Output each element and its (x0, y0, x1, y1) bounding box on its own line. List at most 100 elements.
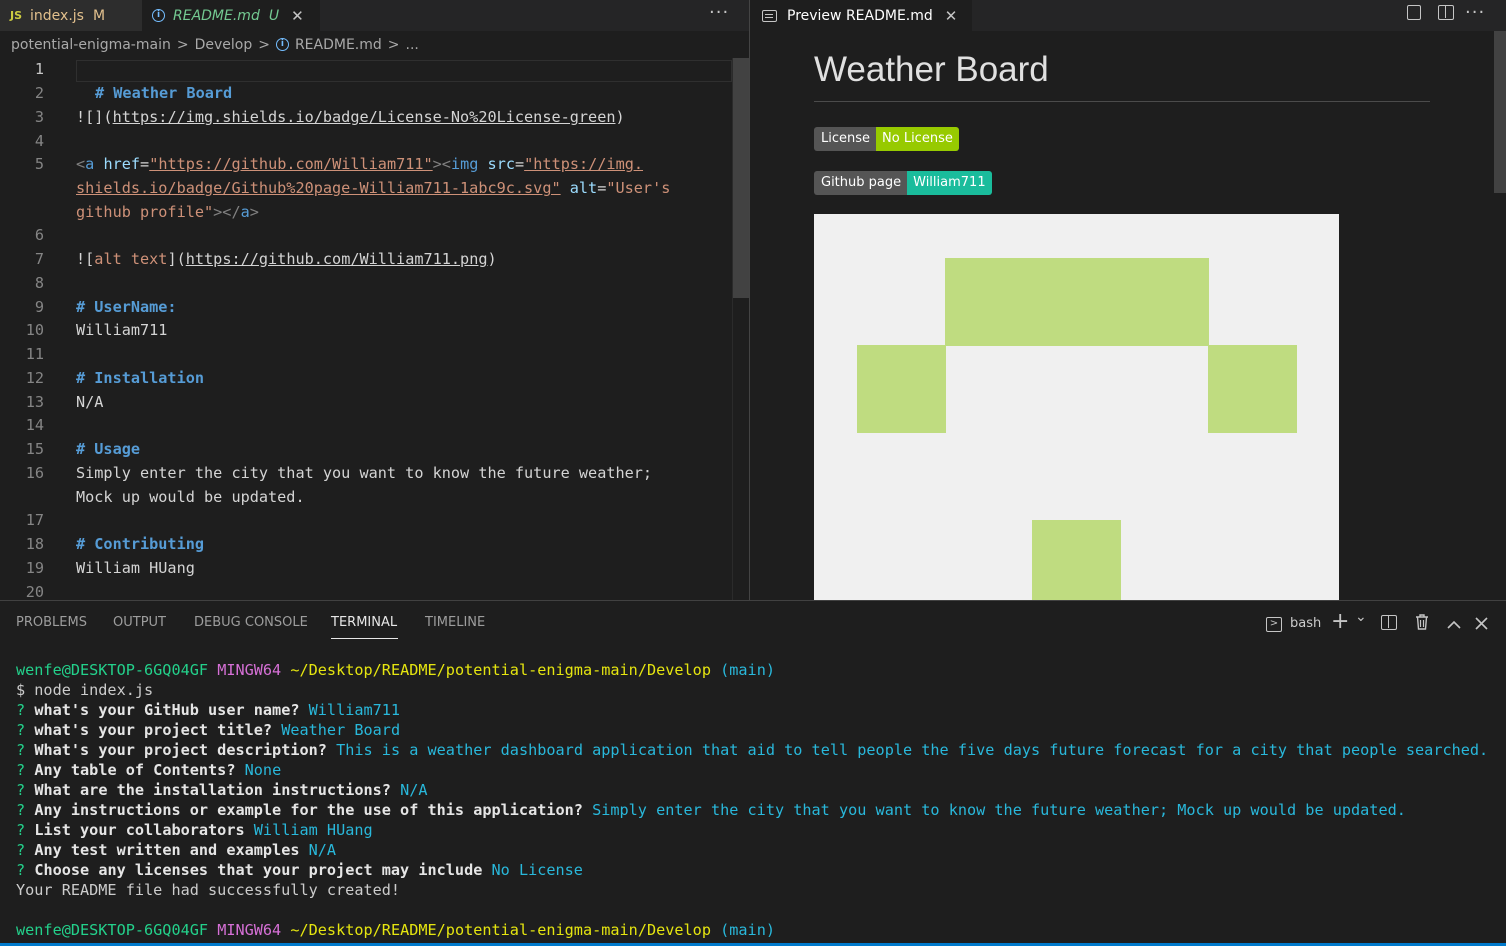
terminal-question: ? what's your GitHub user name? William7… (16, 701, 401, 719)
preview-heading: Weather Board (814, 50, 1049, 89)
code-line-5c: github profile"></a> (76, 203, 259, 221)
terminal-question: ? What's your project description? This … (16, 741, 1489, 759)
identicon-block (857, 345, 946, 433)
code-line-16b: Mock up would be updated. (76, 488, 305, 506)
breadcrumb-item-symbols[interactable]: ... (406, 37, 419, 53)
tab-index-js[interactable]: JS index.js M (0, 0, 142, 31)
line-number: 1 (34, 60, 44, 78)
scrollbar-thumb[interactable] (733, 58, 749, 298)
tab-problems[interactable]: PROBLEMS (16, 615, 87, 630)
tab-debug-console[interactable]: DEBUG CONSOLE (194, 615, 308, 630)
preview-icon (762, 9, 777, 22)
preview-scrollbar[interactable] (1494, 31, 1506, 600)
breadcrumb-item-folder[interactable]: potential-enigma-main (11, 37, 171, 53)
more-actions-icon[interactable]: ··· (1465, 0, 1485, 31)
modified-indicator: M (92, 7, 106, 24)
editor-scrollbar[interactable] (732, 58, 749, 600)
javascript-file-icon: JS (10, 9, 23, 22)
terminal-command: $ node index.js (16, 681, 154, 699)
code-line-7: ![alt text](https://github.com/William71… (76, 250, 497, 268)
badge-value: No License (876, 127, 959, 151)
close-icon[interactable]: ✕ (291, 7, 304, 25)
line-number: 20 (25, 583, 44, 600)
terminal-question: ? List your collaborators William HUang (16, 821, 373, 839)
code-editor[interactable]: 1 2 3 4 5 6 7 8 9 10 11 12 13 14 15 16 1… (0, 58, 732, 600)
identicon-block (1032, 520, 1121, 600)
chevron-right-icon: > (387, 36, 400, 53)
chevron-right-icon: > (258, 36, 270, 53)
breadcrumb-item-file[interactable]: README.md (295, 37, 382, 53)
line-number: 11 (25, 345, 44, 363)
terminal-prompt: wenfe@DESKTOP-6GQ04GF MINGW64 ~/Desktop/… (16, 921, 775, 939)
line-number: 10 (25, 321, 44, 339)
breadcrumb: potential-enigma-main > Develop > i READ… (0, 31, 749, 58)
editor-area: JS index.js M i README.md U ✕ ··· potent… (0, 0, 1506, 600)
code-line-15: # Usage (76, 440, 141, 458)
line-number: 15 (25, 440, 44, 458)
split-terminal-icon[interactable] (1381, 615, 1397, 634)
terminal-prompt: wenfe@DESKTOP-6GQ04GF MINGW64 ~/Desktop/… (16, 661, 775, 679)
terminal-question: ? Any instructions or example for the us… (16, 801, 1406, 819)
active-tab-indicator (331, 638, 398, 639)
tab-readme-md[interactable]: i README.md U ✕ (142, 0, 320, 31)
license-badge: License No License (814, 127, 959, 151)
tab-output[interactable]: OUTPUT (113, 615, 166, 630)
code-line-3: ![](https://img.shields.io/badge/License… (76, 108, 625, 126)
terminal-question: ? what's your project title? Weather Boa… (16, 721, 401, 739)
line-number: 16 (25, 464, 44, 482)
code-line-19: William HUang (76, 559, 195, 577)
line-number: 8 (34, 274, 44, 292)
breadcrumb-item-develop[interactable]: Develop (195, 37, 253, 53)
terminal-question: ? What are the installation instructions… (16, 781, 428, 799)
line-number: 5 (34, 155, 44, 173)
code-line-10: William711 (76, 321, 168, 339)
code-line-12: # Installation (76, 369, 205, 387)
scrollbar-thumb[interactable] (1494, 31, 1506, 193)
tab-label: index.js (30, 7, 84, 24)
close-panel-icon[interactable] (1475, 615, 1488, 634)
terminal-question: ? Any test written and examples N/A (16, 841, 337, 859)
current-line-highlight (76, 60, 732, 82)
add-terminal-icon[interactable]: + (1331, 609, 1349, 634)
more-actions-icon[interactable]: ··· (709, 0, 729, 31)
github-badge[interactable]: Github page William711 (814, 171, 992, 195)
code-line-2: # Weather Board (95, 84, 233, 102)
preview-pane: Preview README.md ✕ ··· Weather Board Li… (750, 0, 1506, 600)
chevron-down-icon[interactable]: ⌄ (1355, 609, 1367, 625)
tab-preview-readme[interactable]: Preview README.md ✕ (750, 0, 972, 31)
code-line-16a: Simply enter the city that you want to k… (76, 464, 653, 482)
maximize-panel-icon[interactable] (1447, 615, 1461, 634)
line-number: 4 (34, 132, 44, 150)
code-line-5b: shields.io/badge/Github%20page-William71… (76, 179, 671, 197)
line-number: 7 (34, 250, 44, 268)
terminal-shell-name[interactable]: bash (1290, 616, 1321, 631)
heading-divider (814, 101, 1430, 102)
identicon-block (945, 258, 1209, 346)
line-number: 3 (34, 108, 44, 126)
info-icon: i (275, 38, 289, 51)
trash-icon[interactable] (1414, 613, 1430, 635)
untracked-indicator: U (268, 7, 280, 24)
code-line-5a: <a href="https://github.com/William711">… (76, 155, 644, 173)
code-line-18: # Contributing (76, 535, 205, 553)
badge-value: William711 (907, 171, 992, 195)
editor-tab-bar: JS index.js M i README.md U ✕ ··· (0, 0, 749, 31)
split-editor-icon[interactable] (1434, 0, 1458, 24)
line-number: 6 (34, 226, 44, 244)
code-line-9: # UserName: (76, 298, 177, 316)
bottom-panel: PROBLEMS OUTPUT DEBUG CONSOLE TERMINAL T… (0, 600, 1506, 946)
terminal-result: Your README file had successfully create… (16, 881, 401, 899)
line-number: 18 (25, 535, 44, 553)
info-icon: i (152, 9, 165, 22)
line-number: 13 (25, 393, 44, 411)
line-number: 14 (25, 416, 44, 434)
tab-label: README.md (173, 7, 260, 24)
tab-terminal[interactable]: TERMINAL (331, 615, 397, 630)
line-number: 12 (25, 369, 44, 387)
tab-timeline[interactable]: TIMELINE (425, 615, 485, 630)
identicon-block (1208, 345, 1297, 433)
open-source-icon[interactable] (1402, 0, 1426, 24)
preview-tab-bar: Preview README.md ✕ ··· (750, 0, 1506, 31)
github-avatar-image (814, 214, 1339, 600)
close-icon[interactable]: ✕ (945, 7, 958, 25)
